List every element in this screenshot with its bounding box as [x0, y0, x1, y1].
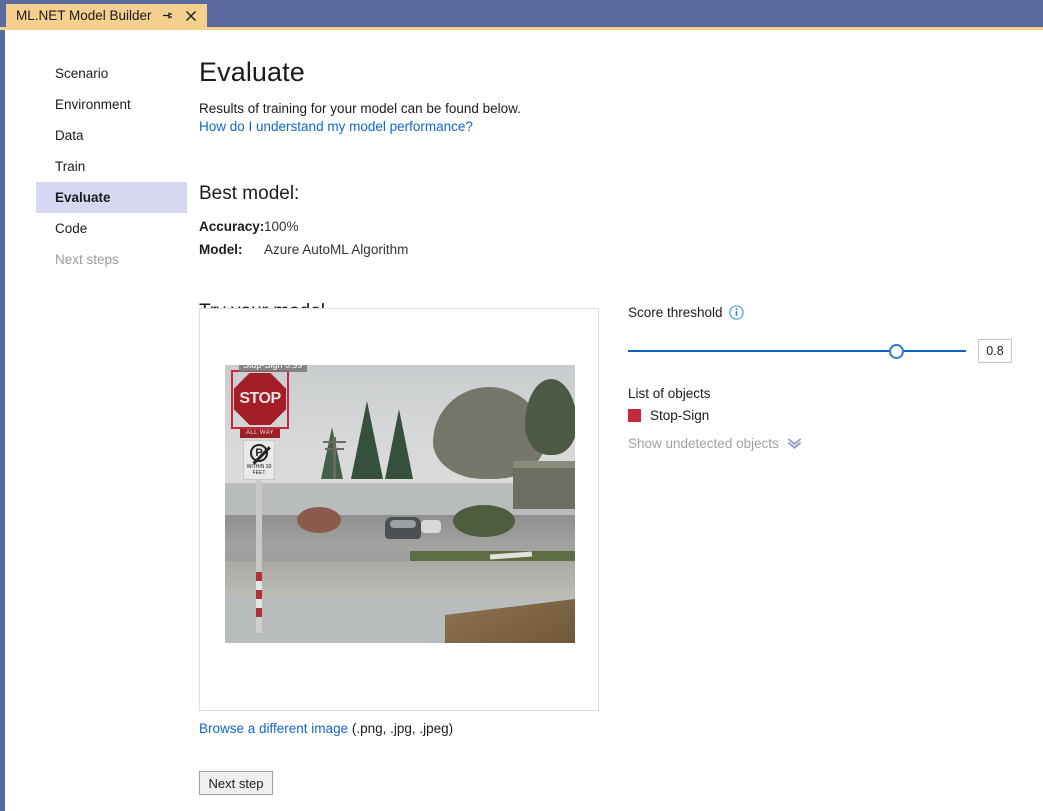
object-label: Stop-Sign: [650, 408, 709, 423]
sidebar-item-data[interactable]: Data: [36, 120, 187, 151]
sidebar-item-evaluate[interactable]: Evaluate: [36, 182, 187, 213]
no-parking-sign: P WITHIN 30 FEET: [243, 440, 275, 480]
object-list-item[interactable]: Stop-Sign: [628, 408, 1018, 423]
slider-track: [628, 350, 966, 352]
sign-post: [256, 453, 262, 633]
bush-red-left: [297, 507, 341, 533]
metric-row-accuracy: Accuracy: 100%: [199, 216, 1029, 237]
conifer-small: [321, 427, 343, 479]
sidebar-item-label: Next steps: [55, 252, 119, 267]
browse-image-line: Browse a different image (.png, .jpg, .j…: [199, 720, 453, 738]
sidebar-item-label: Environment: [55, 97, 131, 112]
show-undetected-objects-toggle[interactable]: Show undetected objects: [628, 436, 1018, 451]
title-bar: ML.NET Model Builder: [0, 0, 1043, 27]
document-tab[interactable]: ML.NET Model Builder: [6, 4, 207, 27]
page-title: Evaluate: [199, 55, 1029, 89]
no-parking-symbol: P: [250, 444, 268, 462]
sidebar-item-label: Train: [55, 159, 85, 174]
sidebar-item-environment[interactable]: Environment: [36, 89, 187, 120]
accepted-extensions: (.png, .jpg, .jpeg): [348, 721, 453, 736]
tab-underline: [0, 27, 1043, 30]
sidebar-item-scenario[interactable]: Scenario: [36, 58, 187, 89]
next-step-button[interactable]: Next step: [199, 771, 273, 795]
score-threshold-slider[interactable]: [628, 342, 966, 360]
slider-thumb[interactable]: [889, 344, 904, 359]
browse-different-image-link[interactable]: Browse a different image: [199, 721, 348, 736]
pin-icon[interactable]: [161, 9, 175, 23]
metric-key: Model:: [199, 239, 264, 260]
main-content: Evaluate Results of training for your mo…: [199, 55, 1029, 324]
best-model-metrics: Accuracy: 100% Model: Azure AutoML Algor…: [199, 216, 1029, 260]
detection-label: Stop-Sign 0.99: [239, 365, 307, 372]
detection-bounding-box: Stop-Sign 0.99: [231, 370, 289, 429]
double-chevron-down-icon[interactable]: [787, 437, 802, 450]
window-left-edge: [0, 30, 5, 811]
wizard-steps-sidebar: Scenario Environment Data Train Evaluate…: [36, 58, 187, 275]
car-white: [421, 520, 441, 533]
no-parking-text: WITHIN 30 FEET: [244, 464, 274, 476]
show-undetected-label: Show undetected objects: [628, 436, 779, 451]
prediction-image: P WITHIN 30 FEET ALL WAY STOP Stop-Sign …: [225, 365, 575, 643]
sidebar-item-label: Scenario: [55, 66, 108, 81]
prediction-controls-panel: Score threshold 0.8 List of objects Stop…: [628, 305, 1018, 451]
metric-value: Azure AutoML Algorithm: [264, 239, 408, 260]
best-model-heading: Best model:: [199, 182, 1029, 206]
sidebar-item-code[interactable]: Code: [36, 213, 187, 244]
object-color-swatch: [628, 409, 641, 422]
score-threshold-value[interactable]: 0.8: [978, 339, 1012, 363]
list-of-objects-label: List of objects: [628, 386, 1018, 401]
model-performance-help-link[interactable]: How do I understand my model performance…: [199, 119, 473, 134]
all-way-text: ALL WAY: [246, 430, 274, 436]
metric-value: 100%: [264, 216, 299, 237]
sidebar-item-label: Code: [55, 221, 87, 236]
sidebar-item-label: Evaluate: [55, 190, 111, 205]
sidebar-item-next-steps: Next steps: [36, 244, 187, 275]
car-dark: [385, 517, 421, 539]
tab-title: ML.NET Model Builder: [16, 4, 152, 27]
subtitle-text: Results of training for your model can b…: [199, 100, 1029, 118]
utility-pole: [333, 437, 336, 479]
bush-green-right: [453, 505, 515, 537]
close-icon[interactable]: [184, 9, 198, 23]
metric-row-model: Model: Azure AutoML Algorithm: [199, 239, 1029, 260]
no-parking-letter: P: [255, 447, 262, 459]
metric-key: Accuracy:: [199, 216, 264, 237]
tree-far-right: [525, 379, 575, 455]
score-threshold-label: Score threshold: [628, 305, 723, 320]
info-icon[interactable]: [729, 305, 744, 320]
house: [513, 461, 575, 509]
sidebar-item-label: Data: [55, 128, 84, 143]
score-threshold-slider-row: 0.8: [628, 339, 1018, 363]
page-subtitle: Results of training for your model can b…: [199, 100, 1029, 136]
conifer-mid: [385, 409, 413, 479]
score-threshold-label-row: Score threshold: [628, 305, 1018, 320]
image-preview-panel[interactable]: P WITHIN 30 FEET ALL WAY STOP Stop-Sign …: [199, 308, 599, 711]
sidebar-item-train[interactable]: Train: [36, 151, 187, 182]
conifer-left: [351, 401, 383, 479]
